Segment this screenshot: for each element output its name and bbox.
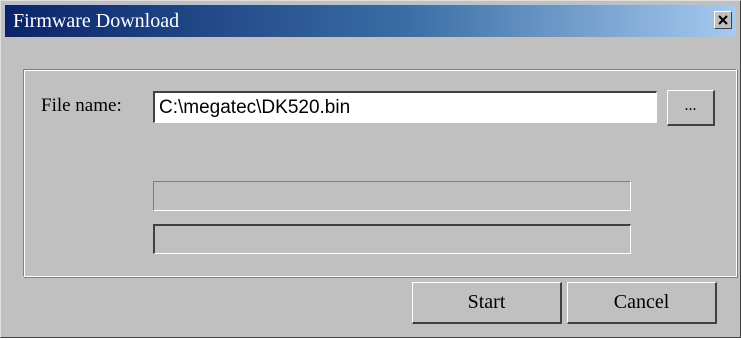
progress-bar-upper: [153, 181, 631, 211]
browse-button[interactable]: ...: [667, 90, 715, 126]
start-button[interactable]: Start: [412, 282, 562, 324]
file-name-label: File name:: [41, 95, 122, 116]
cancel-button[interactable]: Cancel: [567, 282, 717, 324]
file-name-input[interactable]: [153, 91, 657, 123]
close-button[interactable]: [714, 11, 732, 29]
window-title: Firmware Download: [13, 10, 180, 32]
title-bar[interactable]: Firmware Download: [5, 5, 736, 37]
progress-bar-lower: [153, 224, 631, 254]
close-icon: [718, 15, 728, 25]
